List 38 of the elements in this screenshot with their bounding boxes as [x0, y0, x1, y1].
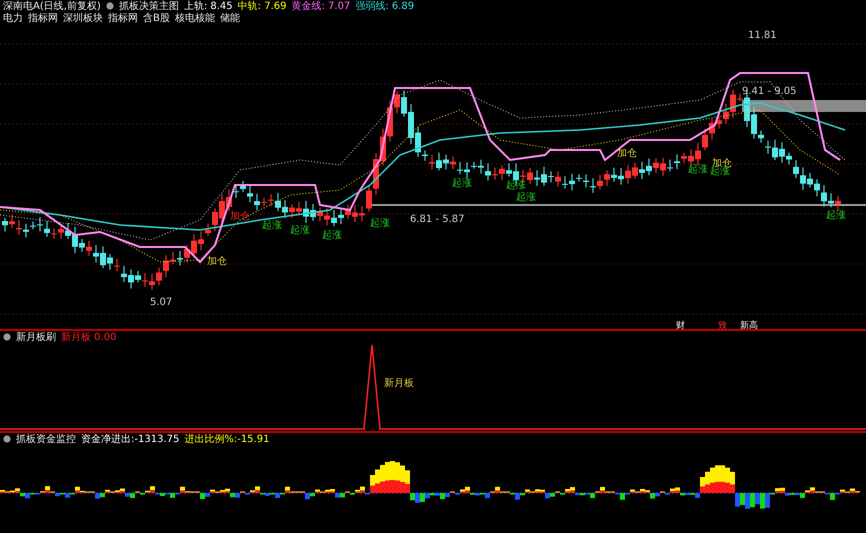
sector-tag[interactable]: 含B股 — [143, 11, 170, 25]
chart-annotation: 加仓 — [617, 148, 637, 159]
sector-tag[interactable]: 核电核能 — [174, 11, 215, 25]
chart-annotation: 6.81 - 5.87 — [410, 214, 464, 225]
panel-title[interactable]: 抓板资金监控 — [16, 432, 76, 446]
chart-annotation: 起涨 — [322, 230, 342, 241]
sector-tag[interactable]: 深圳板块 — [63, 11, 103, 25]
chart-annotation: 11.81 — [748, 30, 777, 41]
event-marker[interactable]: 财 — [676, 321, 685, 329]
chart-annotation: 起涨 — [710, 166, 730, 177]
event-marker[interactable]: 新高 — [740, 321, 758, 329]
chart-annotation: 加仓 — [207, 256, 227, 267]
chart-annotation: 起涨 — [290, 225, 310, 236]
indicator-reading: 强弱线: 6.89 — [355, 0, 414, 13]
chart-annotation: 起涨 — [506, 180, 526, 191]
chart-title: 深南电A(日线,前复权) — [3, 0, 101, 12]
panel-title[interactable]: 新月板刷 — [16, 330, 56, 344]
indicator-reading: 进出比例%:-15.91 — [184, 432, 270, 446]
indicator-reading: 上轨: 8.45 — [184, 0, 233, 12]
chart-annotation: 5.07 — [150, 297, 172, 308]
chart-annotation: 起涨 — [826, 210, 846, 221]
sector-tag[interactable]: 指标网 — [108, 11, 138, 25]
indicator-reading: 新月板 0.00 — [61, 330, 116, 344]
signal-label: 新月板 — [384, 378, 414, 389]
indicator-name[interactable]: 抓板决策主图 — [118, 0, 179, 13]
chart-annotation: 起涨 — [452, 178, 472, 189]
indicator-reading: 资金净进出:-1313.75 — [81, 432, 180, 446]
sector-tag[interactable]: 储能 — [220, 11, 240, 25]
chart-annotation: 起涨 — [688, 164, 708, 175]
sector-tag[interactable]: 指标网 — [28, 11, 58, 25]
event-marker[interactable]: 致 — [718, 321, 727, 329]
sector-tag[interactable]: 电力 — [3, 11, 23, 25]
chart-annotation: 加仓 — [230, 211, 250, 222]
chart-annotation: 起涨 — [370, 218, 390, 229]
chart-annotation: 起涨 — [516, 192, 536, 203]
indicator-reading: 中轨: 7.69 — [238, 0, 286, 12]
indicator-reading: 黄金线: 7.07 — [291, 0, 350, 13]
chart-annotation: 起涨 — [262, 220, 282, 231]
